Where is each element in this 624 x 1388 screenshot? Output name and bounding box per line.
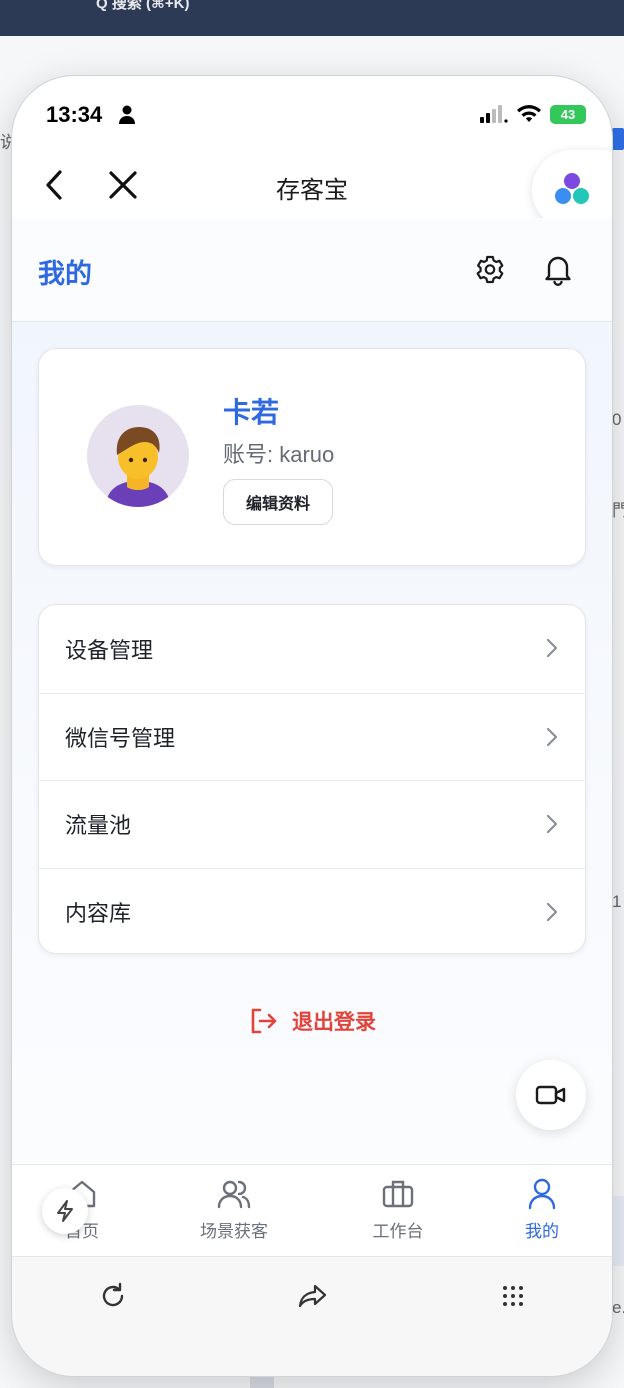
video-camera-icon [535, 1085, 566, 1105]
avatar[interactable] [87, 405, 189, 507]
logout-icon [251, 1008, 277, 1034]
page-title: 存客宝 [276, 177, 348, 204]
background-search-hint: Q 搜索 (⌘+K) [96, 0, 190, 12]
menu-item-content-library[interactable]: 内容库 [39, 867, 585, 954]
person-icon [119, 105, 135, 124]
chevron-right-icon [546, 727, 558, 746]
video-call-button[interactable] [516, 1060, 586, 1130]
main-content: 卡若 账号: karuo 编辑资料 设备管理 微信号管理 流量池 内容库 退出登… [12, 322, 612, 1164]
briefcase-icon [382, 1180, 414, 1208]
gear-icon[interactable] [474, 254, 506, 286]
user-name: 卡若 [223, 397, 280, 428]
more-grid-icon[interactable] [496, 1279, 530, 1313]
menu-list: 设备管理 微信号管理 流量池 内容库 [38, 604, 586, 954]
app-logo-icon [555, 173, 589, 204]
chevron-right-icon [546, 814, 558, 834]
tab-label: 我的 [525, 1222, 559, 1241]
chevron-right-icon [546, 902, 558, 921]
menu-item-label: 设备管理 [65, 637, 154, 663]
background-text: 門 [612, 501, 624, 520]
refresh-icon[interactable] [96, 1279, 130, 1313]
background-text: 0 [612, 410, 622, 429]
bell-icon[interactable] [542, 252, 574, 286]
wifi-icon [517, 105, 541, 122]
browser-toolbar [12, 1256, 612, 1376]
chevron-right-icon [546, 638, 558, 658]
battery-indicator: 43 [550, 104, 586, 124]
tab-workbench[interactable]: 工作台 [328, 1177, 468, 1242]
menu-item-label: 内容库 [65, 900, 132, 926]
cellular-icon [480, 105, 508, 123]
share-icon[interactable] [296, 1279, 330, 1313]
battery-level: 43 [560, 106, 576, 122]
profile-card: 卡若 账号: karuo 编辑资料 [38, 348, 586, 566]
menu-item-device-management[interactable]: 设备管理 [39, 605, 585, 693]
status-indicators: 43 [480, 104, 586, 124]
menu-item-wechat-management[interactable]: 微信号管理 [39, 692, 585, 781]
status-bar: 13:34 43 [12, 76, 612, 148]
logout-button[interactable]: 退出登录 [12, 1006, 612, 1036]
menu-item-traffic-pool[interactable]: 流量池 [39, 780, 585, 868]
phone-frame: 13:34 43 存客宝 我的 卡若 账号: karuo 编辑资料 设备管理 微… [12, 76, 612, 1376]
background-topbar: Q 搜索 (⌘+K) [0, 0, 624, 36]
tab-mine[interactable]: 我的 [472, 1177, 612, 1242]
logout-label: 退出登录 [292, 1011, 376, 1034]
user-account: 账号: karuo [223, 442, 335, 467]
status-time: 13:34 [46, 102, 103, 127]
tab-label: 场景获客 [200, 1222, 268, 1241]
menu-item-label: 微信号管理 [65, 725, 176, 751]
navigation-bar: 存客宝 [12, 148, 612, 218]
background-text: 1 [612, 892, 622, 911]
user-avatar-image [105, 427, 171, 507]
quick-action-button[interactable] [42, 1188, 88, 1234]
user-icon [528, 1178, 556, 1210]
background-text: e. [612, 1298, 624, 1317]
tab-scene-acquisition[interactable]: 场景获客 [164, 1177, 304, 1242]
tab-label: 工作台 [372, 1222, 424, 1241]
lightning-icon [57, 1200, 73, 1222]
header-title: 我的 [38, 259, 92, 289]
menu-item-label: 流量池 [65, 813, 132, 839]
page-header: 我的 [12, 218, 612, 322]
users-icon [217, 1180, 251, 1209]
background-badge [612, 128, 624, 150]
tab-bar: 首页 场景获客 工作台 我的 [12, 1164, 612, 1256]
edit-profile-button[interactable]: 编辑资料 [223, 479, 333, 525]
